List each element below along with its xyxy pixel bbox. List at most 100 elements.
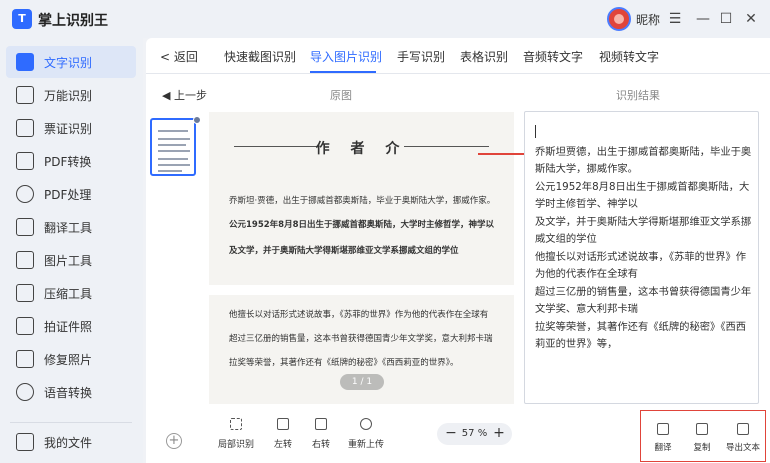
voice-icon <box>16 383 34 401</box>
source-title: 作 者 介 <box>315 141 408 157</box>
scan-icon <box>16 86 34 104</box>
id-photo-icon <box>16 317 34 335</box>
maximize-button[interactable]: ☐ <box>715 8 737 30</box>
close-button[interactable]: ✕ <box>740 8 762 30</box>
reupload-button[interactable]: 重新上传 <box>346 418 386 450</box>
sidebar-item-label: 修复照片 <box>44 353 93 367</box>
sidebar-item-label: PDF转换 <box>44 155 92 169</box>
rotate-left-icon <box>277 418 289 430</box>
arrow-icon <box>478 149 531 159</box>
tab-quick-screenshot[interactable]: 快速截图识别 <box>224 48 296 65</box>
app-logo-icon: T <box>12 9 32 29</box>
tab-bar: < 返回 快速截图识别 导入图片识别 手写识别 表格识别 音频转文字 视频转文字 <box>146 38 770 74</box>
crop-icon <box>230 418 242 430</box>
sidebar-item-label: 语音转换 <box>44 386 93 400</box>
tool-label: 导出文本 <box>725 443 760 453</box>
source-line: 及文学，并于奥斯陆大学得斯堪那维亚文学系挪威文组的学位 <box>229 246 459 256</box>
sidebar: 文字识别 万能识别 票证识别 PDF转换 PDF处理 翻译工具 图片工具 压缩工… <box>0 38 143 463</box>
back-button[interactable]: < 返回 <box>160 48 198 65</box>
source-line: 拉奖等荣誉，其著作还有《纸牌的秘密》《西西莉亚的世界》。 <box>229 358 459 368</box>
result-line: 拉奖等荣誉，其著作还有《纸牌的秘密》《西西 <box>535 321 747 333</box>
result-line: 他擅长以对话形式述说故事，《苏菲的世界》作 <box>535 251 747 263</box>
sidebar-item-my-files[interactable]: 我的文件 <box>6 426 136 458</box>
result-line: 莉亚的世界》等， <box>535 338 618 350</box>
sidebar-item-label: 文字识别 <box>44 56 93 70</box>
rotate-left-button[interactable]: 左转 <box>263 418 303 450</box>
sidebar-item-label: 压缩工具 <box>44 287 93 301</box>
export-text-button[interactable]: 导出文本 <box>725 423 761 453</box>
compress-icon <box>16 284 34 302</box>
export-icon <box>737 423 749 435</box>
tab-video-to-text[interactable]: 视频转文字 <box>599 48 659 65</box>
tab-audio-to-text[interactable]: 音频转文字 <box>523 48 583 65</box>
rotate-right-icon <box>315 418 327 430</box>
tool-label: 右转 <box>311 440 330 450</box>
result-line: 为他的代表作在全球有 <box>535 268 638 280</box>
refresh-icon <box>360 418 372 430</box>
add-page-button[interactable]: + <box>166 433 182 449</box>
tool-label: 翻译 <box>654 443 672 453</box>
sidebar-item-label: PDF处理 <box>44 188 92 202</box>
menu-icon[interactable]: ☰ <box>664 8 686 30</box>
text-cursor <box>535 125 536 138</box>
translate-button[interactable]: 翻译 <box>645 423 681 453</box>
source-line: 乔斯坦·贾德，出生于挪威首都奥斯陆，毕业于奥斯陆大学，挪威作家。 <box>229 196 496 206</box>
tab-table[interactable]: 表格识别 <box>460 48 508 65</box>
text-recognition-icon <box>16 53 34 71</box>
sidebar-item-label: 我的文件 <box>44 436 93 450</box>
sidebar-item-label: 万能识别 <box>44 89 93 103</box>
copy-button[interactable]: 复制 <box>684 423 720 453</box>
result-textbox[interactable]: 乔斯坦贾德，出生于挪威首都奥斯陆，毕业于奥 斯陆大学，挪威作家。 公元1952年… <box>524 111 759 404</box>
result-line: 及文学，并于奥斯陆大学得斯堪那维亚文学系挪 <box>535 216 752 228</box>
user-avatar[interactable] <box>607 7 631 31</box>
result-line: 威文组的学位 <box>535 233 597 245</box>
sidebar-item-label: 图片工具 <box>44 254 93 268</box>
sidebar-item-label: 拍证件照 <box>44 320 93 334</box>
page-indicator: 1 / 1 <box>340 374 384 390</box>
previous-step-button[interactable]: ◀ 上一步 <box>162 87 207 103</box>
sidebar-item-translate[interactable]: 翻译工具 <box>6 211 136 243</box>
sidebar-item-id-photo[interactable]: 拍证件照 <box>6 310 136 342</box>
source-line: 超过三亿册的销售量，这本书曾获得德国青少年文学奖，意大利邦卡瑞 <box>229 334 493 344</box>
export-actions: 翻译 复制 导出文本 <box>640 410 766 462</box>
sidebar-item-universal[interactable]: 万能识别 <box>6 79 136 111</box>
rotate-right-button[interactable]: 右转 <box>301 418 341 450</box>
result-line: 斯陆大学，挪威作家。 <box>535 163 638 175</box>
active-tab-underline <box>310 71 376 73</box>
result-line: 乔斯坦贾德，出生于挪威首都奥斯陆，毕业于奥 <box>535 146 752 158</box>
main-panel: < 返回 快速截图识别 导入图片识别 手写识别 表格识别 音频转文字 视频转文字… <box>146 38 770 463</box>
copy-icon <box>696 423 708 435</box>
sidebar-item-pdf-convert[interactable]: PDF转换 <box>6 145 136 177</box>
sidebar-divider <box>10 422 132 423</box>
zoom-control: − 57 % + <box>437 423 512 445</box>
result-line: 学时主修哲学、神学以 <box>535 198 638 210</box>
sidebar-item-pdf-process[interactable]: PDF处理 <box>6 178 136 210</box>
translate-icon <box>657 423 669 435</box>
thumbnail-remove-icon[interactable] <box>193 116 201 124</box>
file-icon <box>16 433 34 451</box>
result-line: 文学奖、意大利邦卡瑞 <box>535 303 638 315</box>
tool-label: 左转 <box>273 440 292 450</box>
ticket-icon <box>16 119 34 137</box>
zoom-in-button[interactable]: + <box>491 425 507 441</box>
sidebar-item-label: 票证识别 <box>44 122 93 136</box>
repair-photo-icon <box>16 350 34 368</box>
source-image: 作 者 介 乔斯坦·贾德，出生于挪威首都奥斯陆，毕业于奥斯陆大学，挪威作家。 公… <box>209 112 514 404</box>
tab-import-image[interactable]: 导入图片识别 <box>310 48 382 65</box>
sidebar-item-compress[interactable]: 压缩工具 <box>6 277 136 309</box>
app-name: 掌上识别王 <box>38 13 108 29</box>
tab-handwriting[interactable]: 手写识别 <box>397 48 445 65</box>
minimize-button[interactable]: — <box>692 8 714 30</box>
sidebar-item-text-recognition[interactable]: 文字识别 <box>6 46 136 78</box>
source-line: 公元1952年8月8日出生于挪威首都奥斯陆，大学时主修哲学，神学以 <box>229 220 494 230</box>
sidebar-item-repair-photo[interactable]: 修复照片 <box>6 343 136 375</box>
sidebar-item-image-tools[interactable]: 图片工具 <box>6 244 136 276</box>
partial-recognition-button[interactable]: 局部识别 <box>216 418 256 450</box>
pdf-process-icon <box>16 185 34 203</box>
sidebar-item-voice[interactable]: 语音转换 <box>6 376 136 408</box>
page-thumbnail[interactable] <box>150 116 201 176</box>
user-name[interactable]: 昵称 <box>636 11 660 28</box>
sidebar-item-tickets[interactable]: 票证识别 <box>6 112 136 144</box>
title-bar: T 掌上识别王 昵称 ☰ — ☐ ✕ <box>0 0 770 38</box>
pdf-convert-icon <box>16 152 34 170</box>
